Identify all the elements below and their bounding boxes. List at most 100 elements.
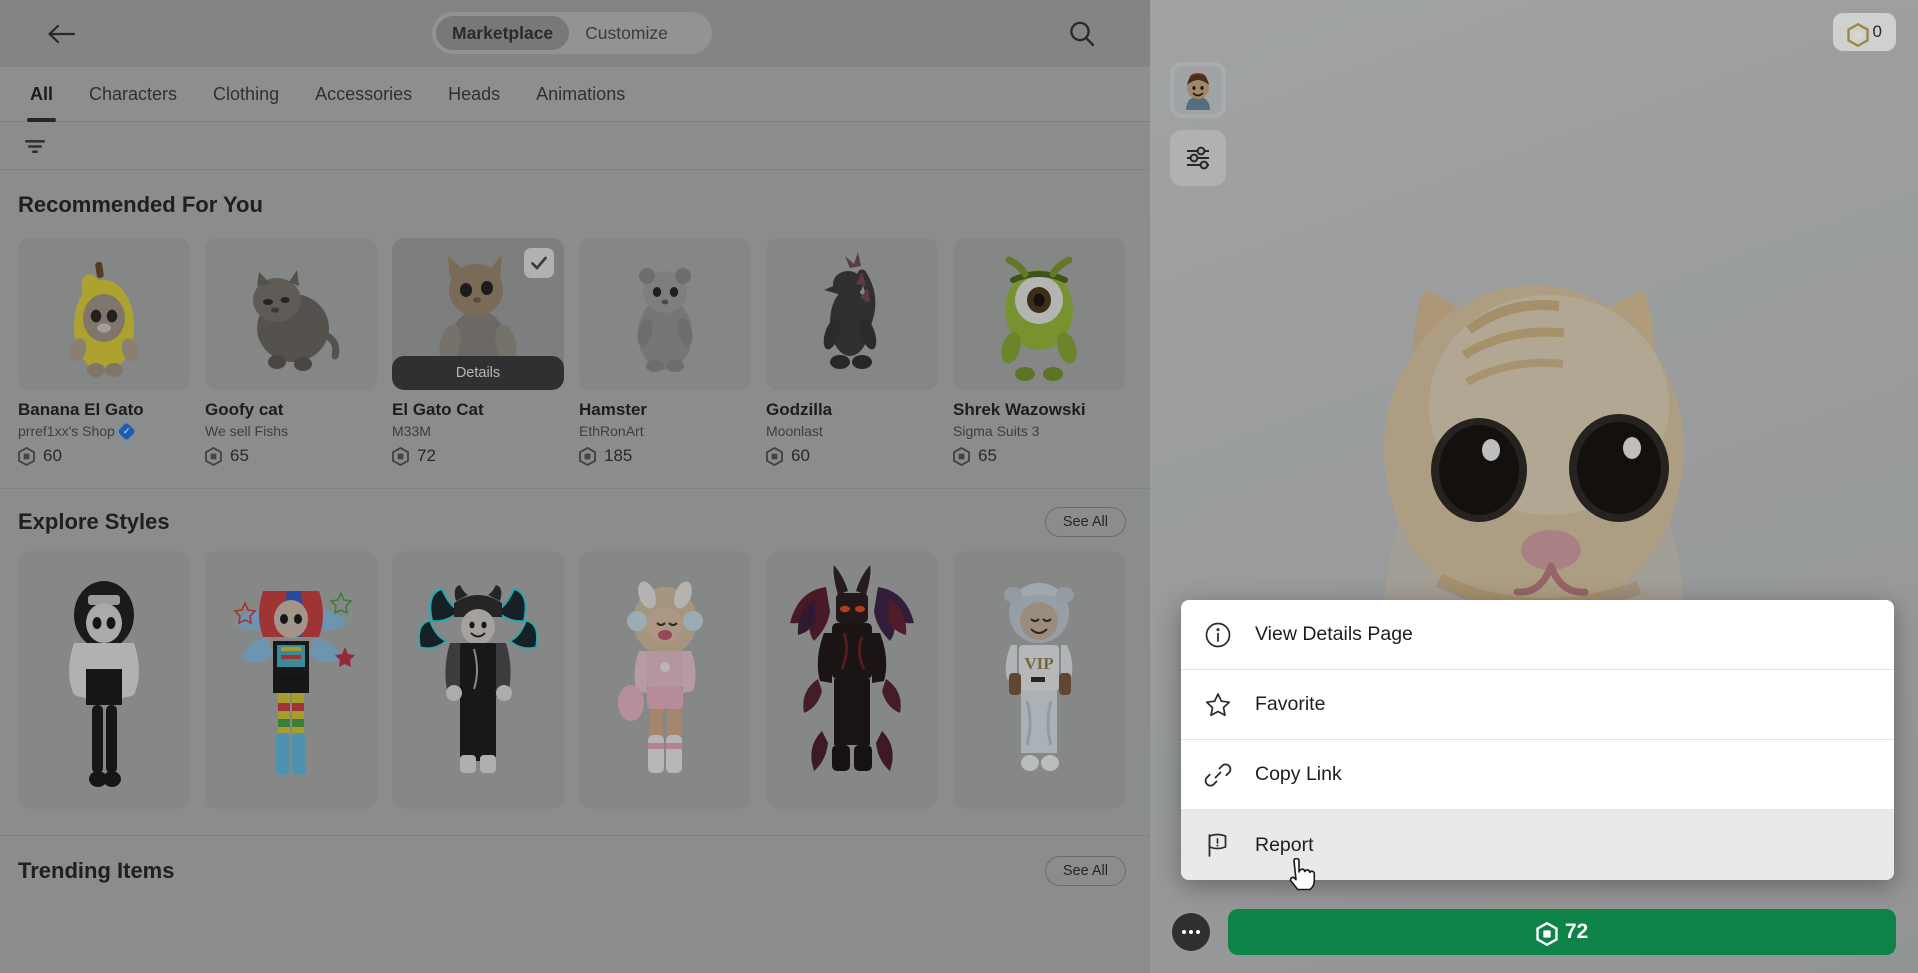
item-name: Goofy cat xyxy=(205,400,284,419)
item-name: Shrek Wazowski xyxy=(953,400,1086,419)
item-card[interactable]: Shrek Wazowski Sigma Suits 3 65 xyxy=(953,238,1125,466)
item-price: 65 xyxy=(953,446,1125,466)
checkmark-icon xyxy=(531,256,547,270)
tab-customize-label: Customize xyxy=(585,22,668,43)
recommended-item-row: Banana El Gato prref1xx's Shop ✓ 60 Goof… xyxy=(0,230,1150,466)
item-selected-checkbox[interactable] xyxy=(524,248,554,278)
item-context-menu: View Details Page Favorite Copy Link Rep… xyxy=(1181,600,1894,880)
avatar-icon xyxy=(1174,66,1222,114)
robux-balance-value: 0 xyxy=(1872,22,1882,41)
item-thumbnail[interactable] xyxy=(579,238,751,390)
style-card[interactable] xyxy=(766,551,938,809)
menu-item-view-details-page[interactable]: View Details Page xyxy=(1181,600,1894,670)
menu-item-report[interactable]: Report xyxy=(1181,810,1894,880)
see-all-explore-styles-button[interactable]: See All xyxy=(1044,507,1126,537)
more-options-button[interactable] xyxy=(1172,912,1210,951)
tab-customize[interactable]: Customize xyxy=(569,16,684,50)
section-explore-styles: Explore Styles See All VIP xyxy=(0,489,1150,809)
item-thumbnail[interactable] xyxy=(205,238,377,390)
item-card[interactable]: Goofy cat We sell Fishs 65 xyxy=(205,238,377,466)
settings-button[interactable] xyxy=(1170,130,1226,186)
robux-icon xyxy=(392,446,409,466)
style-card[interactable] xyxy=(18,551,190,809)
item-thumbnail[interactable] xyxy=(18,238,190,390)
hamster-art xyxy=(637,268,693,372)
style-card[interactable]: VIP xyxy=(953,551,1125,809)
style-card[interactable] xyxy=(392,551,564,809)
godzilla-art xyxy=(823,252,877,369)
style-card[interactable] xyxy=(205,551,377,809)
item-details-button[interactable]: Details xyxy=(392,356,564,390)
item-card-selected[interactable]: Details El Gato Cat M33M 72 xyxy=(392,238,564,466)
item-creator-name: Moonlast xyxy=(766,423,823,439)
section-title-trending: Trending Items xyxy=(18,858,175,883)
item-price: 60 xyxy=(18,446,190,466)
info-circle-icon xyxy=(1203,620,1233,650)
arrow-left-icon xyxy=(48,24,76,44)
back-button[interactable] xyxy=(42,16,80,52)
see-all-trending-button[interactable]: See All xyxy=(1044,856,1126,886)
item-price-value: 185 xyxy=(604,446,633,465)
goofy-cat-art xyxy=(253,270,340,371)
category-tab-heads[interactable]: Heads xyxy=(430,67,518,122)
filter-icon xyxy=(25,139,45,153)
item-name: Godzilla xyxy=(766,400,833,419)
item-price-value: 72 xyxy=(417,446,436,465)
search-button[interactable] xyxy=(1062,14,1102,54)
menu-item-label: View Details Page xyxy=(1255,623,1413,645)
category-tab-accessories[interactable]: Accessories xyxy=(297,67,430,122)
marketplace-content: Recommended For You Banana El Gato prref… xyxy=(0,170,1150,973)
item-creator: We sell Fishs xyxy=(205,423,377,439)
section-header: Trending Items See All xyxy=(0,846,1150,896)
filter-button[interactable] xyxy=(18,131,52,161)
item-card[interactable]: Banana El Gato prref1xx's Shop ✓ 60 xyxy=(18,238,190,466)
item-creator-name: We sell Fishs xyxy=(205,423,288,439)
style-card[interactable] xyxy=(579,551,751,809)
item-price: 185 xyxy=(579,446,751,466)
item-creator: EthRonArt xyxy=(579,423,751,439)
more-dot xyxy=(1196,929,1201,934)
menu-item-copy-link[interactable]: Copy Link xyxy=(1181,740,1894,810)
rainbow-star-avatar-art xyxy=(233,590,355,775)
section-trending: Trending Items See All xyxy=(0,836,1150,896)
category-tab-animations[interactable]: Animations xyxy=(518,67,643,122)
item-creator: prref1xx's Shop ✓ xyxy=(18,421,190,441)
item-name: Banana El Gato xyxy=(18,400,144,419)
tab-marketplace[interactable]: Marketplace xyxy=(436,16,570,50)
robux-icon xyxy=(1536,922,1558,946)
robux-balance-chip[interactable]: 0 xyxy=(1832,13,1896,51)
menu-item-favorite[interactable]: Favorite xyxy=(1181,670,1894,740)
item-creator-name: Sigma Suits 3 xyxy=(953,423,1040,439)
item-creator: Moonlast xyxy=(766,423,938,439)
item-thumbnail[interactable] xyxy=(953,238,1125,390)
category-tab-all[interactable]: All xyxy=(12,67,71,122)
item-thumbnail[interactable]: Details xyxy=(392,238,564,390)
section-recommended: Recommended For You Banana El Gato prref… xyxy=(0,170,1150,466)
item-creator-name: prref1xx's Shop xyxy=(18,423,115,439)
verified-icon: ✓ xyxy=(117,421,136,441)
item-price-value: 65 xyxy=(978,446,997,465)
marketplace-panel: Marketplace Customize All Characters Clo… xyxy=(0,0,1150,973)
tab-marketplace-label: Marketplace xyxy=(452,22,554,43)
item-price: 60 xyxy=(766,446,938,466)
menu-item-label: Copy Link xyxy=(1255,763,1342,785)
category-tabs: All Characters Clothing Accessories Head… xyxy=(0,67,1150,122)
avatar-preview-button[interactable] xyxy=(1170,62,1226,118)
more-dot xyxy=(1181,929,1186,934)
black-emo-avatar-art xyxy=(418,585,538,773)
item-card[interactable]: Hamster EthRonArt 185 xyxy=(579,238,751,466)
item-thumbnail[interactable] xyxy=(766,238,938,390)
buy-price-value: 72 xyxy=(1564,919,1589,943)
item-price: 65 xyxy=(205,446,377,466)
robux-icon xyxy=(18,446,35,466)
category-label: Clothing xyxy=(213,83,280,104)
category-tab-clothing[interactable]: Clothing xyxy=(195,67,297,122)
category-tab-characters[interactable]: Characters xyxy=(71,67,195,122)
star-icon xyxy=(1203,690,1233,720)
item-card[interactable]: Godzilla Moonlast 60 xyxy=(766,238,938,466)
view-switch: Marketplace Customize xyxy=(432,12,712,54)
banana-cat-art xyxy=(69,261,139,377)
item-price: 72 xyxy=(392,446,564,466)
marketplace-screen: Marketplace Customize All Characters Clo… xyxy=(0,0,1918,973)
buy-button[interactable]: 72 xyxy=(1228,908,1896,955)
